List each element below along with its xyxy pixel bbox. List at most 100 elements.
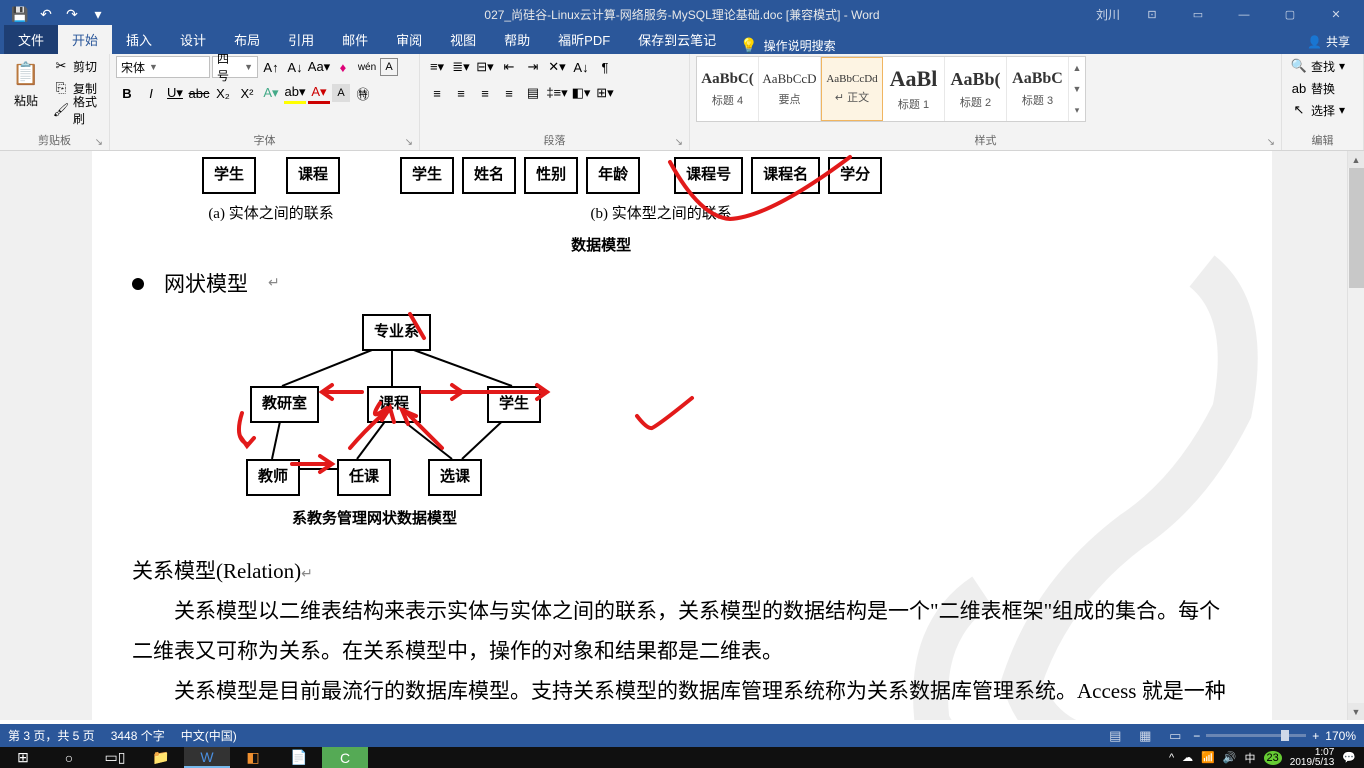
- file-explorer-icon[interactable]: 📁: [138, 747, 184, 768]
- vertical-scrollbar[interactable]: ▲ ▼: [1347, 151, 1364, 720]
- zoom-handle[interactable]: [1281, 730, 1289, 741]
- decrease-indent-icon[interactable]: ⇤: [498, 56, 520, 78]
- style-gallery[interactable]: AaBbC(标题 4 AaBbCcD要点 AaBbCcDd↵ 正文 AaBl标题…: [696, 56, 1086, 122]
- align-right-icon[interactable]: ≡: [474, 82, 496, 104]
- maximize-icon[interactable]: ▢: [1270, 2, 1310, 28]
- status-language[interactable]: 中文(中国): [181, 727, 237, 744]
- style-heading3[interactable]: AaBbC标题 3: [1007, 57, 1069, 121]
- cut-button[interactable]: ✂剪切: [50, 56, 103, 76]
- tell-me-search[interactable]: 💡 操作说明搜索: [730, 37, 845, 54]
- word-app-icon[interactable]: W: [184, 747, 230, 768]
- camtasia-icon[interactable]: C: [322, 747, 368, 768]
- text-effects-icon[interactable]: A▾: [260, 82, 282, 104]
- ribbon-options-icon[interactable]: ▭: [1178, 2, 1218, 28]
- user-avatar-icon[interactable]: ⊡: [1132, 2, 1172, 28]
- status-word-count[interactable]: 3448 个字: [111, 727, 165, 744]
- enclose-char-icon[interactable]: ㊕: [352, 82, 374, 104]
- tab-mailings[interactable]: 邮件: [328, 25, 382, 54]
- clock[interactable]: 1:072019/5/13: [1290, 748, 1335, 768]
- undo-icon[interactable]: ↶: [34, 3, 58, 27]
- numbering-icon[interactable]: ≣▾: [450, 56, 472, 78]
- char-shading-icon[interactable]: A: [332, 84, 350, 102]
- multilevel-list-icon[interactable]: ⊟▾: [474, 56, 496, 78]
- start-button[interactable]: ⊞: [0, 747, 46, 768]
- tab-home[interactable]: 开始: [58, 25, 112, 54]
- tab-review[interactable]: 审阅: [382, 25, 436, 54]
- underline-button[interactable]: U▾: [164, 82, 186, 104]
- save-icon[interactable]: 💾: [8, 3, 32, 27]
- notifications-icon[interactable]: 💬: [1342, 751, 1356, 764]
- tab-help[interactable]: 帮助: [490, 25, 544, 54]
- align-distributed-icon[interactable]: ▤: [522, 82, 544, 104]
- task-view-icon[interactable]: ▭▯: [92, 747, 138, 768]
- web-layout-icon[interactable]: ▭: [1163, 726, 1187, 746]
- superscript-button[interactable]: X²: [236, 82, 258, 104]
- onedrive-icon[interactable]: ☁: [1182, 751, 1193, 764]
- volume-icon[interactable]: 🔊: [1223, 751, 1237, 764]
- align-center-icon[interactable]: ≡: [450, 82, 472, 104]
- format-painter-button[interactable]: 🖌格式刷: [50, 100, 103, 120]
- increase-indent-icon[interactable]: ⇥: [522, 56, 544, 78]
- align-justify-icon[interactable]: ≡: [498, 82, 520, 104]
- font-name-combo[interactable]: 宋体▼: [116, 56, 210, 78]
- user-name[interactable]: 刘川: [1096, 6, 1120, 23]
- notepad-icon[interactable]: 📄: [276, 747, 322, 768]
- borders-icon[interactable]: ⊞▾: [594, 82, 616, 104]
- scroll-up-icon[interactable]: ▲: [1348, 151, 1364, 168]
- asian-layout-icon[interactable]: ✕▾: [546, 56, 568, 78]
- read-mode-icon[interactable]: ▤: [1103, 726, 1127, 746]
- status-page[interactable]: 第 3 页，共 5 页: [8, 727, 95, 744]
- shading-icon[interactable]: ◧▾: [570, 82, 592, 104]
- scroll-down-icon[interactable]: ▼: [1348, 703, 1364, 720]
- document-area[interactable]: 学生 课程 (a) 实体之间的联系 学生 姓名 性别 年龄 课程号 课程名 学分: [0, 151, 1364, 720]
- italic-button[interactable]: I: [140, 82, 162, 104]
- zoom-slider[interactable]: [1206, 734, 1306, 737]
- tray-badge[interactable]: 23: [1264, 751, 1282, 765]
- clear-format-icon[interactable]: ♦: [332, 56, 354, 78]
- bullets-icon[interactable]: ≡▾: [426, 56, 448, 78]
- tab-cloud-save[interactable]: 保存到云笔记: [624, 25, 730, 54]
- print-layout-icon[interactable]: ▦: [1133, 726, 1157, 746]
- tab-file[interactable]: 文件: [4, 25, 58, 54]
- close-icon[interactable]: ✕: [1316, 2, 1356, 28]
- zoom-in-icon[interactable]: +: [1312, 729, 1319, 743]
- tab-references[interactable]: 引用: [274, 25, 328, 54]
- ime-indicator[interactable]: 中: [1245, 750, 1256, 766]
- replace-button[interactable]: ab替换: [1288, 78, 1348, 98]
- launcher-icon[interactable]: ↘: [405, 137, 413, 148]
- select-button[interactable]: ↖选择 ▾: [1288, 100, 1348, 120]
- style-normal[interactable]: AaBbCcDd↵ 正文: [821, 57, 883, 121]
- launcher-icon[interactable]: ↘: [675, 137, 683, 148]
- char-border-icon[interactable]: A: [380, 58, 398, 76]
- redo-icon[interactable]: ↷: [60, 3, 84, 27]
- grow-font-icon[interactable]: A↑: [260, 56, 282, 78]
- tab-insert[interactable]: 插入: [112, 25, 166, 54]
- tab-foxit-pdf[interactable]: 福昕PDF: [544, 25, 624, 54]
- line-spacing-icon[interactable]: ‡≡▾: [546, 82, 568, 104]
- zoom-out-icon[interactable]: −: [1193, 729, 1200, 743]
- qat-more-icon[interactable]: ▾: [86, 3, 110, 27]
- tab-design[interactable]: 设计: [166, 25, 220, 54]
- style-heading4[interactable]: AaBbC(标题 4: [697, 57, 759, 121]
- bold-button[interactable]: B: [116, 82, 138, 104]
- zoom-level[interactable]: 170%: [1325, 729, 1356, 743]
- launcher-icon[interactable]: ↘: [1267, 137, 1275, 148]
- tab-view[interactable]: 视图: [436, 25, 490, 54]
- font-color-icon[interactable]: A▾: [308, 82, 330, 104]
- paste-button[interactable]: 📋 粘贴: [6, 56, 46, 111]
- strikethrough-button[interactable]: abc: [188, 82, 210, 104]
- cortana-icon[interactable]: ○: [46, 747, 92, 768]
- share-button[interactable]: 👤 共享: [1293, 29, 1364, 54]
- show-marks-icon[interactable]: ¶: [594, 56, 616, 78]
- launcher-icon[interactable]: ↘: [95, 137, 103, 148]
- change-case-icon[interactable]: Aa▾: [308, 56, 330, 78]
- find-button[interactable]: 🔍查找 ▾: [1288, 56, 1348, 76]
- scroll-thumb[interactable]: [1349, 168, 1364, 288]
- sort-icon[interactable]: A↓: [570, 56, 592, 78]
- tray-expand-icon[interactable]: ^: [1169, 752, 1174, 764]
- minimize-icon[interactable]: —: [1224, 2, 1264, 28]
- page[interactable]: 学生 课程 (a) 实体之间的联系 学生 姓名 性别 年龄 课程号 课程名 学分: [92, 151, 1272, 720]
- phonetic-guide-icon[interactable]: wén: [356, 56, 378, 78]
- vmware-icon[interactable]: ◧: [230, 747, 276, 768]
- style-emphasis[interactable]: AaBbCcD要点: [759, 57, 821, 121]
